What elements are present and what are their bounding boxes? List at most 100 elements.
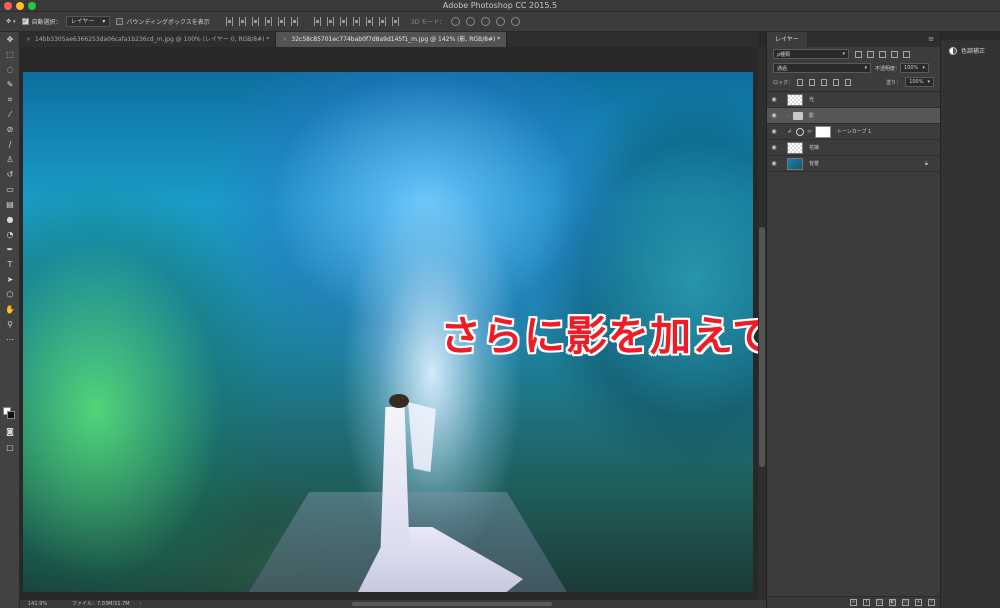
layer-mask-thumbnail[interactable] <box>815 125 832 138</box>
layer-name: 花嫁 <box>809 145 820 151</box>
lock-image-icon[interactable] <box>809 78 816 86</box>
align-vcenter-icon[interactable] <box>238 17 246 26</box>
layer-filter-row: ρ種類 ▾ <box>767 47 940 61</box>
add-mask-icon[interactable]: ○ <box>876 599 883 606</box>
3d-roll-icon[interactable] <box>466 17 476 26</box>
bounding-box-checkbox[interactable] <box>116 18 124 25</box>
3d-slide-icon[interactable] <box>496 17 506 26</box>
path-select-tool[interactable]: ➤ <box>0 272 20 287</box>
marquee-tool[interactable]: ⬚ <box>0 47 20 62</box>
3d-pan-icon[interactable] <box>481 17 491 26</box>
distribute-hcenter-icon[interactable] <box>365 17 373 26</box>
screen-mode-button[interactable]: ▢ <box>0 440 20 455</box>
crop-tool[interactable]: ⌗ <box>0 92 20 107</box>
eye-icon[interactable]: ◉ <box>767 112 781 119</box>
zoom-tool[interactable]: ⚲ <box>0 317 20 332</box>
align-hcenter-icon[interactable] <box>277 17 285 26</box>
align-left-icon[interactable] <box>264 17 272 26</box>
canvas-area[interactable]: さらに影を加えていく <box>20 47 857 600</box>
healing-tool[interactable]: ⊘ <box>0 122 20 137</box>
move-tool-preset[interactable]: ✥ ▾ <box>6 18 16 25</box>
filter-type-icon[interactable] <box>879 50 886 58</box>
document-tab-1[interactable]: × 14bb3305ae6366253da06cafa1b236cd_m.jpg … <box>20 32 277 47</box>
chevron-right-icon[interactable]: › <box>140 600 142 608</box>
new-group-icon[interactable]: ▭ <box>902 599 909 606</box>
new-layer-icon[interactable]: + <box>915 599 922 606</box>
distribute-right-icon[interactable] <box>378 17 386 26</box>
new-adjustment-icon[interactable]: ◐ <box>889 599 896 606</box>
auto-select-target-dropdown[interactable]: レイヤー ▾ <box>65 16 111 27</box>
lasso-tool[interactable]: ◌ <box>0 62 20 77</box>
layer-thumbnail <box>787 141 803 154</box>
stamp-tool[interactable]: ♙ <box>0 152 20 167</box>
bounding-box-option[interactable]: バウンディングボックスを表示 <box>116 17 210 26</box>
distribute-top-icon[interactable] <box>313 17 321 26</box>
background-color-swatch[interactable] <box>7 411 15 419</box>
align-right-icon[interactable] <box>290 17 298 26</box>
panel-menu-icon[interactable]: ≡ <box>928 32 934 47</box>
eye-icon[interactable]: ◉ <box>767 128 781 135</box>
vertical-scroll-thumb[interactable] <box>759 227 765 467</box>
link-layers-icon[interactable]: ∞ <box>850 599 857 606</box>
3d-scale-icon[interactable] <box>511 17 521 26</box>
crop-icon: ⌗ <box>7 94 13 104</box>
eyedropper-tool[interactable]: ⁄ <box>0 107 20 122</box>
lock-transparent-icon[interactable] <box>797 78 804 86</box>
align-top-icon[interactable] <box>225 17 233 26</box>
layer-row-shadow-group[interactable]: ◉ › 影 <box>767 108 940 124</box>
blur-tool[interactable]: ● <box>0 212 20 227</box>
more-tools[interactable]: ⋯ <box>0 332 20 347</box>
move-tool[interactable]: ✥ <box>0 32 20 47</box>
layer-row-tone-curve[interactable]: ◉ ↲ ∞ トーンカーブ 1 <box>767 124 940 140</box>
layer-kind-dropdown[interactable]: ρ種類 ▾ <box>773 49 849 59</box>
close-icon[interactable]: × <box>26 36 31 43</box>
brush-tool[interactable]: ∕ <box>0 137 20 152</box>
eraser-tool[interactable]: ▭ <box>0 182 20 197</box>
lock-artboard-icon[interactable] <box>833 78 840 86</box>
lock-all-icon[interactable] <box>845 78 852 86</box>
link-icon[interactable]: ∞ <box>807 128 812 135</box>
distribute-vcenter-icon[interactable] <box>326 17 334 26</box>
lock-buttons <box>797 78 852 86</box>
adjustments-panel-button[interactable]: 色調補正 <box>949 46 1000 55</box>
vertical-scrollbar[interactable] <box>758 47 766 600</box>
distribute-left-icon[interactable] <box>352 17 360 26</box>
pen-tool[interactable]: ✒ <box>0 242 20 257</box>
quick-mask-button[interactable]: ◙ <box>0 424 20 439</box>
hand-tool[interactable]: ✋ <box>0 302 20 317</box>
horizontal-scroll-thumb[interactable] <box>351 602 552 606</box>
gradient-tool[interactable]: ▤ <box>0 197 20 212</box>
filter-shape-icon[interactable] <box>891 50 898 58</box>
auto-select-checkbox[interactable]: ✓ <box>21 18 29 25</box>
chevron-right-icon[interactable]: › <box>787 113 789 119</box>
align-bottom-icon[interactable] <box>251 17 259 26</box>
blend-mode-dropdown[interactable]: 通過 ▾ <box>773 63 871 73</box>
distribute-bottom-icon[interactable] <box>339 17 347 26</box>
type-tool[interactable]: T <box>0 257 20 272</box>
trash-icon[interactable]: ▿ <box>928 599 935 606</box>
layer-row-background[interactable]: ◉ 背景 🔒︎ <box>767 156 940 172</box>
auto-align-icon[interactable] <box>391 17 399 26</box>
shape-tool[interactable]: ⬠ <box>0 287 20 302</box>
layer-style-icon[interactable]: f <box>863 599 870 606</box>
auto-select-option[interactable]: ✓ 自動選択： レイヤー ▾ <box>21 16 111 27</box>
history-brush-tool[interactable]: ↺ <box>0 167 20 182</box>
filter-smart-object-icon[interactable] <box>903 50 910 58</box>
eye-icon[interactable]: ◉ <box>767 96 781 103</box>
opacity-field[interactable]: 100% ▾ <box>900 63 929 73</box>
layer-row-light[interactable]: ◉ 光 <box>767 92 940 108</box>
close-icon[interactable]: × <box>282 36 287 43</box>
lock-position-icon[interactable] <box>821 78 828 86</box>
eye-icon[interactable]: ◉ <box>767 144 781 151</box>
3d-rotate-icon[interactable] <box>451 17 461 26</box>
fill-field[interactable]: 100% ▾ <box>905 77 934 87</box>
dodge-tool[interactable]: ◔ <box>0 227 20 242</box>
quick-select-tool[interactable]: ✎ <box>0 77 20 92</box>
layer-row-bride[interactable]: ◉ 花嫁 <box>767 140 940 156</box>
eye-icon[interactable]: ◉ <box>767 160 781 167</box>
zoom-level[interactable]: 141.9% <box>28 600 58 608</box>
filter-pixel-icon[interactable] <box>855 50 862 58</box>
tab-layers[interactable]: レイヤー <box>767 32 807 47</box>
filter-adjustment-icon[interactable] <box>867 50 874 58</box>
document-tab-2[interactable]: × 32c58c85701ec774bab0f7d8a9d145f1_m.jpg … <box>276 32 508 47</box>
